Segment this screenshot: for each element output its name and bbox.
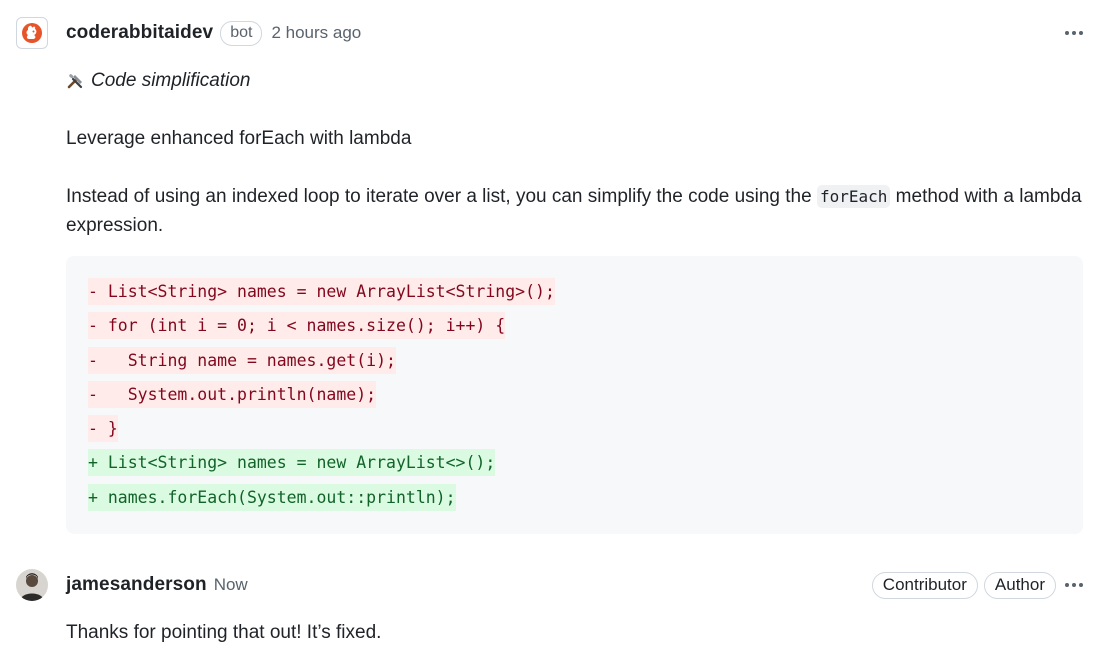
comment-header: coderabbitaidev bot 2 hours ago xyxy=(16,16,1084,50)
comment-label: Code simplification xyxy=(66,66,1083,95)
bot-badge: bot xyxy=(220,20,263,46)
comment-timestamp[interactable]: 2 hours ago xyxy=(271,23,361,43)
comment-author[interactable]: coderabbitaidev xyxy=(66,22,213,44)
more-options-icon[interactable] xyxy=(1064,575,1084,595)
comment-timestamp[interactable]: Now xyxy=(214,575,248,595)
diff-deletion-line: - List<String> names = new ArrayList<Str… xyxy=(88,278,555,305)
coderabbit-logo-icon xyxy=(22,23,42,43)
contributor-badge: Contributor xyxy=(871,571,978,599)
diff-addition-line: + List<String> names = new ArrayList<>()… xyxy=(88,449,496,477)
diff-deletion-line: - } xyxy=(88,415,118,443)
more-options-icon[interactable] xyxy=(1064,23,1084,43)
diff-deletion-line: - for (int i = 0; i < names.size(); i++)… xyxy=(88,312,506,340)
comment-thread: coderabbitaidev bot 2 hours ago Code sim… xyxy=(0,0,1100,663)
comment-label-text: Code simplification xyxy=(91,70,251,91)
tools-icon xyxy=(66,71,86,91)
user-avatar-icon xyxy=(16,569,48,601)
comment-body: Thanks for pointing that out! It’s fixed… xyxy=(66,622,382,643)
author-badge: Author xyxy=(983,571,1056,599)
comment-description: Instead of using an indexed loop to iter… xyxy=(66,182,1083,240)
comment-title: Leverage enhanced forEach with lambda xyxy=(66,128,412,149)
description-text: Instead of using an indexed loop to iter… xyxy=(66,186,817,207)
avatar[interactable] xyxy=(16,569,48,601)
comment-header: jamesanderson Now Contributor Author xyxy=(16,568,1084,602)
code-suggestion-block[interactable]: - List<String> names = new ArrayList<Str… xyxy=(66,256,1083,534)
diff-deletion-line: - System.out.println(name); xyxy=(88,380,377,408)
avatar[interactable] xyxy=(16,17,48,49)
diff-addition-line: + names.forEach(System.out::println); xyxy=(88,483,456,511)
inline-code: forEach xyxy=(816,185,891,208)
comment-author[interactable]: jamesanderson xyxy=(66,574,207,596)
diff-deletion-line: - String name = names.get(i); xyxy=(88,346,396,374)
